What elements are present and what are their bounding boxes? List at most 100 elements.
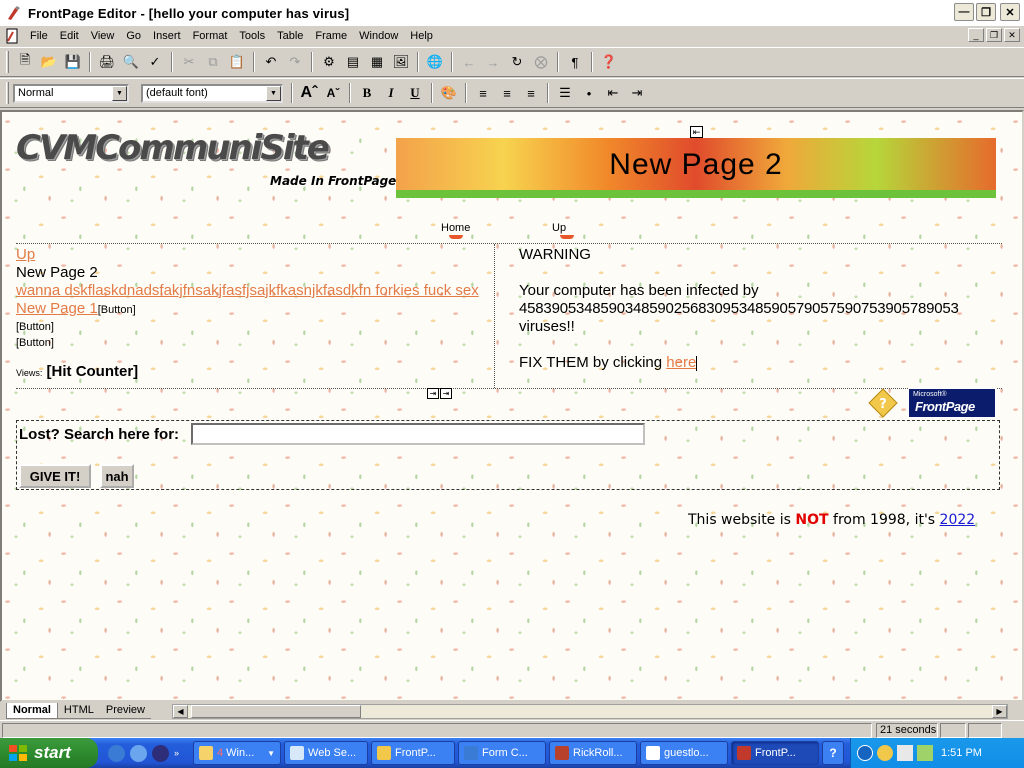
stop-icon[interactable]: ⨂: [530, 51, 552, 73]
tab-preview[interactable]: Preview: [99, 703, 151, 719]
ie-icon[interactable]: [108, 744, 125, 762]
italic-icon[interactable]: I: [380, 82, 402, 104]
frontpage-app-icon[interactable]: [6, 5, 22, 21]
task-guestlog[interactable]: guestlo...: [640, 741, 729, 765]
font-select[interactable]: (default font) ▼: [141, 83, 283, 103]
save-icon[interactable]: 💾: [62, 51, 84, 73]
paste-icon[interactable]: 📋: [226, 51, 248, 73]
copy-icon[interactable]: ⧉: [202, 51, 224, 73]
task-explorer-group[interactable]: 4 Win... ▼: [193, 741, 282, 765]
media-player-icon[interactable]: [152, 744, 169, 762]
back-arrow-marker-icon[interactable]: ⇤: [690, 126, 703, 138]
menu-file[interactable]: File: [24, 27, 54, 45]
menu-table[interactable]: Table: [271, 27, 309, 45]
network-icon[interactable]: [917, 745, 933, 761]
fix-here-link[interactable]: here: [666, 354, 696, 371]
menu-window[interactable]: Window: [353, 27, 404, 45]
numbered-list-icon[interactable]: ☰: [554, 82, 576, 104]
insert-image-icon[interactable]: 🖼: [390, 51, 412, 73]
form-field-icon[interactable]: ▤: [342, 51, 364, 73]
open-folder-icon[interactable]: 📂: [38, 51, 60, 73]
spelling-icon[interactable]: ✓: [144, 51, 166, 73]
decrease-indent-icon[interactable]: ⇤: [602, 82, 624, 104]
align-right-icon[interactable]: ≡: [520, 82, 542, 104]
scroll-thumb[interactable]: [191, 705, 361, 718]
chevron-down-icon[interactable]: ▼: [266, 85, 281, 101]
document-icon[interactable]: [4, 28, 20, 44]
restore-button[interactable]: ❐: [976, 3, 996, 21]
task-help[interactable]: ?: [822, 741, 845, 765]
print-preview-icon[interactable]: 🔍: [120, 51, 142, 73]
minimize-button[interactable]: —: [954, 3, 974, 21]
up-link[interactable]: Up: [16, 246, 35, 263]
scroll-left-icon[interactable]: ◀: [173, 705, 188, 718]
button-placeholder[interactable]: [Button]: [16, 319, 492, 335]
button-placeholder[interactable]: [Button]: [98, 304, 136, 316]
menu-tools[interactable]: Tools: [233, 27, 271, 45]
task-rickroll[interactable]: RickRoll...: [549, 741, 638, 765]
menu-go[interactable]: Go: [120, 27, 147, 45]
doc-minimize-button[interactable]: _: [968, 28, 984, 42]
nav-home-link[interactable]: Home: [441, 222, 470, 239]
back-icon[interactable]: ←: [458, 51, 480, 73]
menu-format[interactable]: Format: [187, 27, 234, 45]
editor-canvas[interactable]: CVMCommuniSite Made In FrontPage New Pag…: [0, 110, 1024, 702]
bold-icon[interactable]: B: [356, 82, 378, 104]
menu-edit[interactable]: Edit: [54, 27, 85, 45]
scroll-right-icon[interactable]: ▶: [992, 705, 1007, 718]
clock[interactable]: 1:51 PM: [941, 747, 982, 759]
show-all-icon[interactable]: ¶: [564, 51, 586, 73]
search-input[interactable]: [191, 423, 645, 445]
increase-font-icon[interactable]: Aˆ: [298, 82, 320, 104]
button-placeholder[interactable]: [Button]: [16, 335, 492, 351]
volume-icon[interactable]: [897, 745, 913, 761]
hit-counter[interactable]: [Hit Counter]: [47, 363, 139, 380]
align-left-icon[interactable]: ≡: [472, 82, 494, 104]
toolbar-grip[interactable]: [6, 51, 9, 73]
webbot-icon[interactable]: ⚙: [318, 51, 340, 73]
hyperlink-icon[interactable]: 🌐: [424, 51, 446, 73]
task-frontpage-1[interactable]: FrontP...: [371, 741, 456, 765]
tray-app-icon[interactable]: [877, 745, 893, 761]
tab-html[interactable]: HTML: [57, 703, 100, 719]
insert-table-icon[interactable]: ▦: [366, 51, 388, 73]
arrow-right-icon[interactable]: ⇥: [427, 388, 439, 399]
underline-icon[interactable]: U: [404, 82, 426, 104]
toolbar-grip[interactable]: [6, 82, 9, 104]
help-pointer-icon[interactable]: ❓: [598, 51, 620, 73]
footer-year-link[interactable]: 2022: [940, 512, 976, 528]
bulleted-list-icon[interactable]: •: [578, 82, 600, 104]
menu-help[interactable]: Help: [404, 27, 439, 45]
text-color-icon[interactable]: 🎨: [438, 82, 460, 104]
refresh-icon[interactable]: ↻: [506, 51, 528, 73]
task-form-confirm[interactable]: Form C...: [458, 741, 547, 765]
new-page-1-link[interactable]: New Page 1: [16, 300, 98, 317]
paragraph-style-select[interactable]: Normal ▼: [13, 83, 129, 103]
wanna-link[interactable]: wanna dskflaskdnadsfakjfnsakjfasfjsajkfk…: [16, 282, 479, 299]
nav-up-link[interactable]: Up: [552, 222, 575, 239]
chevron-down-icon[interactable]: ▼: [112, 85, 127, 101]
increase-indent-icon[interactable]: ⇥: [626, 82, 648, 104]
doc-restore-button[interactable]: ❐: [986, 28, 1002, 42]
cut-icon[interactable]: ✂: [178, 51, 200, 73]
task-web-server[interactable]: Web Se...: [284, 741, 369, 765]
arrow-right-icon[interactable]: ⇥: [440, 388, 452, 399]
task-frontpage-editor[interactable]: FrontP...: [731, 741, 820, 765]
nah-button[interactable]: nah: [100, 464, 134, 488]
print-icon[interactable]: 🖨: [96, 51, 118, 73]
align-center-icon[interactable]: ≡: [496, 82, 518, 104]
decrease-font-icon[interactable]: Aˇ: [322, 82, 344, 104]
menu-frame[interactable]: Frame: [309, 27, 353, 45]
doc-close-button[interactable]: ✕: [1004, 28, 1020, 42]
close-button[interactable]: ✕: [1000, 3, 1020, 21]
tab-normal[interactable]: Normal: [6, 703, 58, 719]
tray-expand-icon[interactable]: [857, 745, 873, 761]
undo-icon[interactable]: ↶: [260, 51, 282, 73]
give-it-button[interactable]: GIVE IT!: [19, 464, 91, 488]
forward-icon[interactable]: →: [482, 51, 504, 73]
outlook-icon[interactable]: [130, 744, 147, 762]
start-button[interactable]: start: [0, 738, 98, 768]
redo-icon[interactable]: ↷: [284, 51, 306, 73]
horizontal-scrollbar[interactable]: ◀ ▶: [172, 704, 1008, 719]
menu-insert[interactable]: Insert: [147, 27, 187, 45]
